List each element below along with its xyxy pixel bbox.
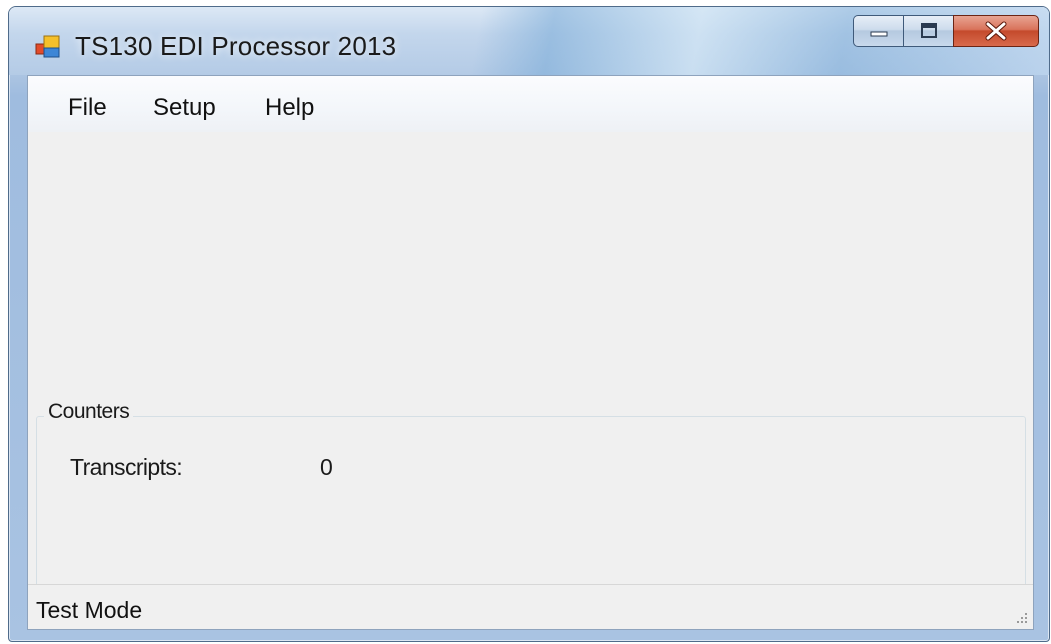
close-button[interactable]	[953, 15, 1039, 47]
counters-group-label: Counters	[44, 400, 134, 424]
window-controls	[853, 15, 1039, 49]
minimize-icon	[870, 31, 887, 37]
main-window: TS130 EDI Processor 2013 File Setup Help…	[8, 6, 1050, 642]
resize-grip-icon[interactable]	[1013, 609, 1029, 625]
maximize-icon	[920, 23, 937, 38]
minimize-button[interactable]	[853, 15, 903, 47]
counters-groupbox	[36, 416, 1026, 588]
maximize-button[interactable]	[903, 15, 953, 47]
client-area: File Setup Help Counters Transcripts: 0 …	[27, 75, 1034, 630]
status-text: Test Mode	[36, 597, 143, 623]
menu-file[interactable]: File	[68, 94, 107, 122]
status-bar: Test Mode	[28, 584, 1033, 629]
menu-bar: File Setup Help	[28, 76, 1033, 132]
title-bar[interactable]: TS130 EDI Processor 2013	[9, 7, 1049, 75]
close-icon	[985, 21, 1007, 41]
menu-setup[interactable]: Setup	[153, 94, 216, 122]
menu-help[interactable]: Help	[265, 94, 314, 122]
transcripts-label: Transcripts:	[70, 454, 183, 480]
transcripts-value: 0	[320, 454, 333, 480]
app-icon[interactable]	[35, 33, 61, 59]
window-title: TS130 EDI Processor 2013	[75, 31, 397, 61]
